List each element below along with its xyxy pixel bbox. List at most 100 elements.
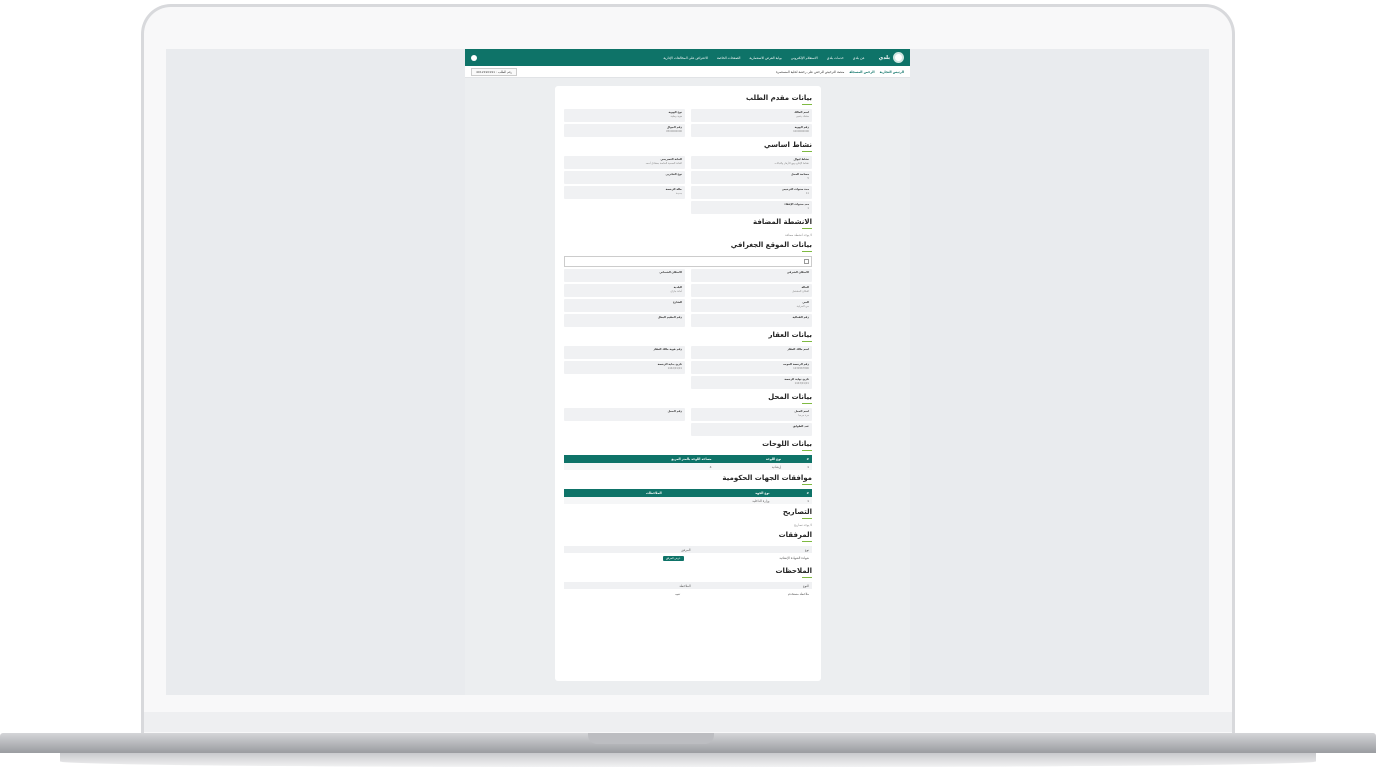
table-row: 1 إرشادية 4 — [564, 463, 812, 470]
field-unified-license: رقم الرخصة الموحد 1234567890 — [691, 361, 812, 374]
table-cell: 1 — [772, 497, 812, 504]
field-label: رقم هوية مالك العقار — [653, 347, 682, 351]
section-title-approvals: موافقات الجهات الحكومية — [722, 474, 812, 482]
field-municipality: البلدية أمانة جازان — [564, 284, 685, 297]
nav-item-objection[interactable]: الاعتراض على المخالفات الإدارية — [663, 56, 708, 60]
section-title-main-activity: نشاط اساسي — [764, 141, 812, 149]
field-label: نوع الهوية — [668, 110, 683, 114]
nav-item-about[interactable]: عن بلدي — [853, 56, 865, 60]
section-divider — [802, 403, 812, 404]
field-value: 1000000000 — [793, 130, 809, 133]
shop-fields: اسم المحل مرة مرحبا رقم المحل عدد الطوابق — [564, 408, 812, 436]
field-value: 1442/01/01 — [667, 367, 682, 370]
field-label: اسم المحل — [794, 409, 809, 413]
attachments-header-file: المرفق — [681, 547, 691, 552]
breadcrumb-item-home[interactable]: الرئيس التجارية — [880, 70, 904, 74]
laptop-chin — [144, 712, 1232, 732]
table-header-row: # نوع اللوحة مساحة اللوحة بالمتر المربع — [564, 455, 812, 463]
field-value: 11 — [805, 192, 809, 195]
table-row: 1 وزارة الداخلية — [564, 497, 812, 504]
field-label: اسم مالك العقار — [787, 347, 809, 351]
field-label: رقم الفعالية — [792, 315, 809, 319]
table-header-cell: نوع اللوحة — [714, 455, 785, 463]
request-number-badge: رقم الطلب : 4012190191 — [471, 67, 517, 76]
section-title-signs: بيانات اللوحات — [762, 440, 812, 448]
section-divider — [802, 251, 812, 252]
field-label: نشاط ليوال — [793, 157, 809, 161]
field-value: جديدة — [675, 192, 682, 195]
section-divider — [802, 341, 812, 342]
field-label: الحالة — [801, 285, 809, 289]
top-nav-bar: بلدي عن بلدي خدمات بلدي الاستعلام الإلكت… — [465, 49, 910, 66]
attachments-header: نوع المرفق — [564, 546, 812, 553]
app-window: بلدي عن بلدي خدمات بلدي الاستعلام الإلكت… — [465, 49, 910, 695]
view-attachment-button[interactable]: عرض المرفق — [662, 555, 684, 561]
field-owner-name: اسم المالك مشتك يتنجى — [691, 109, 812, 122]
user-icon[interactable] — [471, 54, 477, 61]
table-cell: وزارة الداخلية — [664, 497, 773, 504]
attachment-type: شهادة الشهادة الإنشائية — [779, 556, 809, 560]
screen: بلدي عن بلدي خدمات بلدي الاستعلام الإلكت… — [166, 49, 1209, 695]
field-label: نوع الخانزين — [665, 172, 682, 176]
main-activity-fields: نشاط ليوال نشاط الإنتاج وبيع الأزهار والن… — [564, 156, 812, 214]
field-north-coord: الاسكان الشماني — [564, 269, 685, 282]
table-cell: إرشادية — [714, 463, 785, 470]
property-fields: اسم مالك العقار رقم هوية مالك العقار رقم… — [564, 346, 812, 389]
field-value: مرة مرحبا — [798, 414, 809, 417]
nav-item-inquiry[interactable]: الاستعلام الإلكتروني — [791, 56, 818, 60]
field-value: أمانة جازان — [670, 290, 682, 293]
field-facility-number: رقم الفعالية — [691, 314, 812, 327]
field-property-owner-id: رقم هوية مالك العقار — [564, 346, 685, 359]
balady-logo-icon — [893, 52, 904, 63]
section-divider — [802, 450, 812, 451]
field-label: حالة الرخصة — [665, 187, 682, 191]
field-value: نشاط الإنتاج وبيع الأزهار والنباتات — [774, 162, 809, 165]
table-cell — [564, 497, 665, 504]
field-street: الشارع — [564, 299, 685, 312]
field-label: رقم الهوية — [794, 125, 809, 129]
table-header-cell: مساحة اللوحة بالمتر المربع — [564, 455, 715, 463]
field-value: حي الحرابية — [796, 305, 809, 308]
field-value: المكان المشتمل — [792, 290, 809, 293]
field-mobile: رقم الجوال 0500000000 — [564, 124, 685, 137]
notes-header-type: النوع — [803, 583, 809, 588]
nav-item-services[interactable]: خدمات بلدي — [827, 56, 844, 60]
section-title-location: بيانات الموقع الجغرافي — [730, 241, 812, 249]
field-label: الخانة التصريحي — [660, 157, 682, 161]
field-license-status: حالة الرخصة جديدة — [564, 186, 685, 199]
section-divider — [802, 541, 812, 542]
field-value: 0500000000 — [666, 130, 682, 133]
field-building-number: رقم المقيم البطل — [564, 314, 685, 327]
field-label: رقم الجوال — [666, 125, 682, 129]
field-storage-type: نوع الخانزين — [564, 171, 685, 184]
field-value: مشتك يتنجى — [795, 115, 809, 118]
breadcrumb-item-current: منصة الترخيص للرخص على رخصة لحلية المستث… — [775, 69, 845, 74]
section-title-notes: الملاحظات — [775, 567, 812, 575]
field-license-years: مدة سنوات الترخيص 11 — [691, 186, 812, 199]
table-header-cell: الملاحظات — [564, 489, 665, 497]
section-divider — [802, 484, 812, 485]
breadcrumb-item-licenses[interactable]: الرخص المسجلة — [849, 70, 874, 74]
map-placeholder[interactable] — [564, 256, 812, 267]
nav-item-private-pages[interactable]: الصفحات الخاصة — [717, 56, 740, 60]
brand[interactable]: بلدي — [879, 52, 904, 63]
table-header-cell: نوع الجهة — [664, 489, 773, 497]
nav-item-investment[interactable]: بوابة الفرص الاستثمارية — [749, 56, 781, 60]
laptop-notch — [588, 733, 714, 744]
field-status: الحالة المكان المشتمل — [691, 284, 812, 297]
section-title-permits: التصاريح — [782, 508, 812, 516]
applicant-fields: اسم المالك مشتك يتنجى نوع الهوية هوية وطني… — [564, 109, 812, 137]
field-license-end: تاريخ نهاية الرخصة 1443/01/01 — [691, 376, 812, 389]
field-label: الحي — [802, 300, 809, 304]
table-header-row: # نوع الجهة الملاحظات — [564, 489, 812, 497]
section-divider — [802, 228, 812, 229]
field-label: مدة سنوات الترخيص — [781, 187, 809, 191]
field-value: 1234567890 — [793, 367, 809, 370]
field-exemption-years: مدد سنوات الإعفاء 1 — [691, 201, 812, 214]
field-label: الشارع — [672, 300, 682, 304]
section-title-attachments: المرفقات — [778, 531, 812, 539]
field-permit-cell: الخانة التصريحي الخانة الصحية الخاصة بمشا… — [564, 156, 685, 169]
note-row: ملاحظة مستخدم تنبيه — [564, 589, 812, 599]
attachment-row: شهادة الشهادة الإنشائية عرض المرفق — [564, 553, 812, 563]
field-label: عدد الطوابق — [792, 424, 809, 428]
